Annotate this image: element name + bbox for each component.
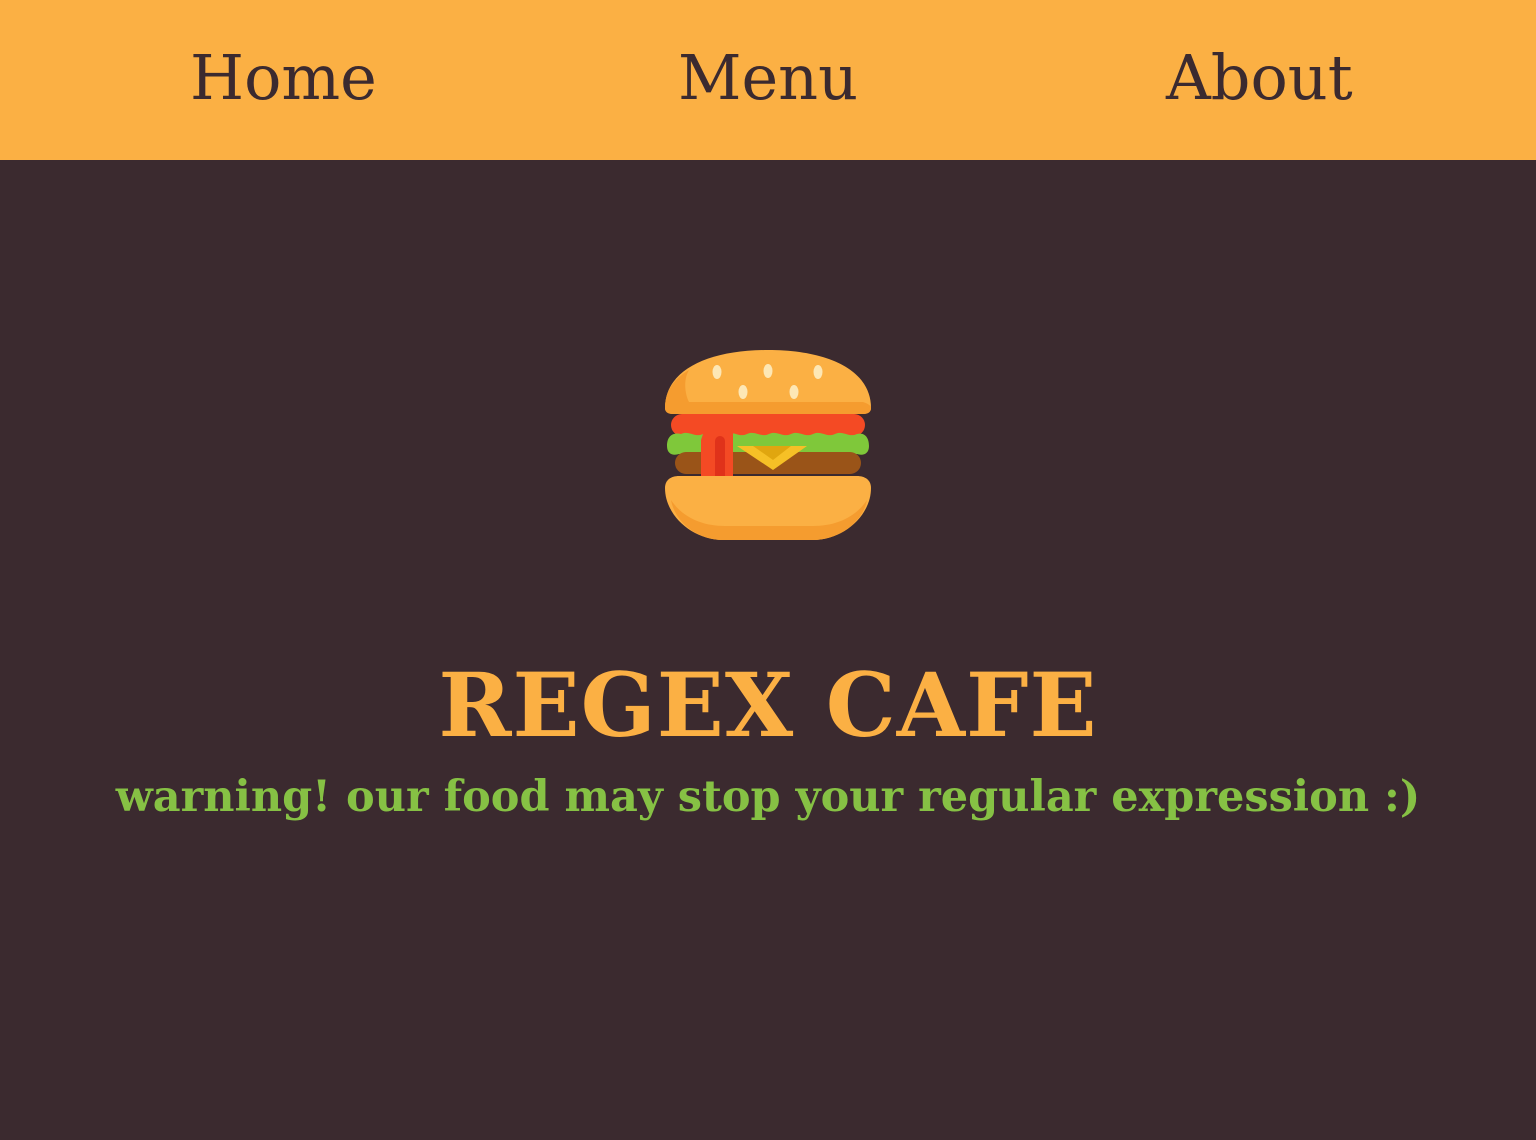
nav-home-link[interactable]: Home (190, 38, 377, 118)
burger-icon (665, 350, 871, 540)
nav-about-link[interactable]: About (1166, 38, 1353, 118)
nav-menu-link[interactable]: Menu (678, 38, 858, 118)
tagline: warning! our food may stop your regular … (115, 772, 1421, 822)
hero-section: REGEX CAFE warning! our food may stop yo… (0, 160, 1536, 1140)
page-title: REGEX CAFE (438, 652, 1098, 757)
top-navbar: Home Menu About (0, 0, 1536, 160)
